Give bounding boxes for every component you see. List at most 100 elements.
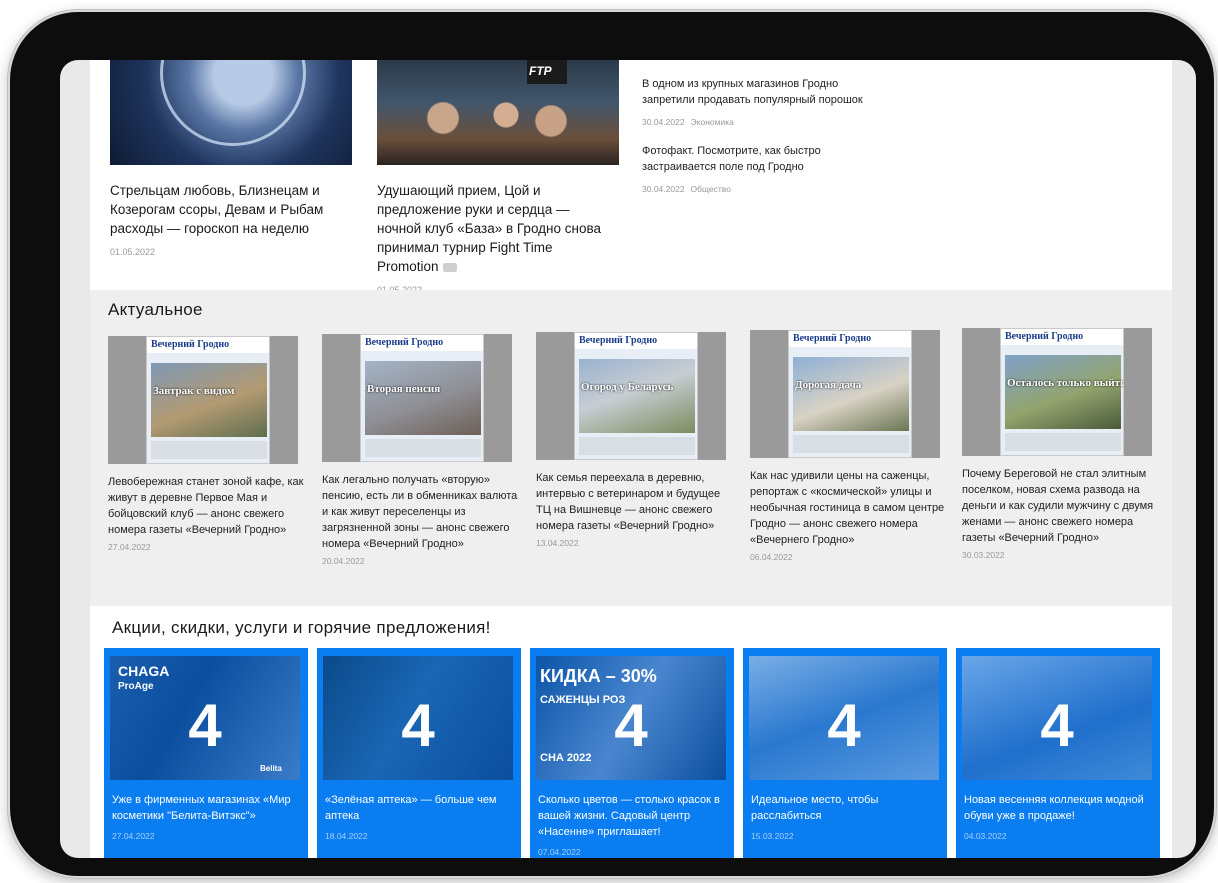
issue-cover[interactable]: Вечерний Гродно Вторая пенсия	[322, 334, 512, 462]
section-title: Акции, скидки, услуги и горячие предложе…	[112, 618, 491, 637]
news-page: Стрельцам любовь, Близнецам и Козерогам …	[90, 60, 1172, 858]
news-card[interactable]: FTP Удушающий прием, Цой и предложение р…	[377, 60, 619, 295]
promo-card[interactable]: 4 Новая весенняя коллекция модной обуви …	[956, 648, 1160, 858]
cover-strip	[1005, 433, 1121, 451]
promo-title-text[interactable]: Идеальное место, чтобы расслабиться	[751, 792, 943, 824]
issue-date: 20.04.2022	[322, 556, 365, 566]
promo-image-text: КИДКА – 30%	[540, 666, 657, 686]
promo-image[interactable]: 4	[323, 656, 513, 780]
promo-image[interactable]: CHAGA ProAge Belita 4	[110, 656, 300, 780]
promo-card[interactable]: 4 Идеальное место, чтобы расслабиться 15…	[743, 648, 947, 858]
newspaper-masthead: Вечерний Гродно	[361, 335, 483, 351]
cover-headline: Осталось только выйти	[1007, 377, 1124, 389]
promo-title[interactable]: Уже в фирменных магазинах «Мир косметики…	[112, 792, 304, 844]
promo-card[interactable]: CHAGA ProAge Belita 4 Уже в фирменных маг…	[104, 648, 308, 858]
newspaper-cover: Вечерний Гродно Осталось только выйти	[1000, 328, 1124, 456]
issue-card[interactable]: Вечерний Гродно Огород у Беларусь Как се…	[536, 332, 732, 548]
promo-title[interactable]: Сколько цветов — столько красок в вашей …	[538, 792, 730, 858]
issue-title[interactable]: Почему Береговой не стал элитным поселко…	[962, 466, 1158, 546]
newspaper-cover: Вечерний Гродно Завтрак с видом	[146, 336, 270, 464]
promo-title[interactable]: Идеальное место, чтобы расслабиться 15.0…	[751, 792, 943, 844]
promo-badge-number: 4	[614, 692, 648, 759]
cover-photo	[579, 359, 695, 433]
promo-title-text[interactable]: Сколько цветов — столько красок в вашей …	[538, 792, 730, 840]
issue-title[interactable]: Как нас удивили цены на саженцы, репорта…	[750, 468, 946, 548]
top-news-section: Стрельцам любовь, Близнецам и Козерогам …	[90, 60, 1172, 295]
promo-date: 18.04.2022	[325, 831, 368, 841]
newspaper-masthead: Вечерний Гродно	[575, 333, 697, 349]
video-icon	[442, 262, 457, 272]
newspaper-cover: Вечерний Гродно Огород у Беларусь	[574, 332, 698, 460]
news-image[interactable]: FTP	[377, 60, 619, 165]
cover-strip	[151, 441, 267, 459]
promo-image-brand: Belita	[260, 764, 282, 773]
newspaper-masthead: Вечерний Гродно	[147, 337, 269, 353]
promo-date: 15.03.2022	[751, 831, 794, 841]
issue-cover[interactable]: Вечерний Гродно Осталось только выйти	[962, 328, 1152, 456]
side-news-item[interactable]: В одном из крупных магазинов Гродно запр…	[642, 76, 882, 127]
promo-section: Акции, скидки, услуги и горячие предложе…	[90, 606, 1172, 858]
promo-image-tag: CHAGA ProAge	[118, 664, 169, 694]
issue-date: 06.04.2022	[750, 552, 793, 562]
cover-photo	[365, 361, 481, 435]
promo-title-text[interactable]: Новая весенняя коллекция модной обуви уж…	[964, 792, 1156, 824]
cover-photo	[151, 363, 267, 437]
side-news-title[interactable]: Фотофакт. Посмотрите, как быстро застраи…	[642, 143, 882, 175]
issue-card[interactable]: Вечерний Гродно Завтрак с видом Левобере…	[108, 336, 304, 552]
cover-photo	[1005, 355, 1121, 429]
promo-title[interactable]: Новая весенняя коллекция модной обуви уж…	[964, 792, 1156, 844]
newspaper-masthead: Вечерний Гродно	[789, 331, 911, 347]
promo-image[interactable]: КИДКА – 30% САЖЕНЦЫ РОЗ СНА 2022 4	[536, 656, 726, 780]
issue-cover[interactable]: Вечерний Гродно Завтрак с видом	[108, 336, 298, 464]
side-news-date: 30.04.2022	[642, 184, 685, 194]
newspaper-cover: Вечерний Гродно Дорогая дача	[788, 330, 912, 458]
promo-title[interactable]: «Зелёная аптека» — больше чем аптека 18.…	[325, 792, 517, 844]
section-title: Актуальное	[108, 300, 203, 319]
side-news-title[interactable]: В одном из крупных магазинов Гродно запр…	[642, 76, 882, 108]
tablet-frame: Стрельцам любовь, Близнецам и Козерогам …	[8, 10, 1216, 878]
promo-image[interactable]: 4	[749, 656, 939, 780]
promo-date: 04.03.2022	[964, 831, 1007, 841]
news-title-text[interactable]: Удушающий прием, Цой и предложение руки …	[377, 183, 601, 274]
issue-date: 27.04.2022	[108, 542, 151, 552]
issue-title[interactable]: Как легально получать «вторую» пенсию, е…	[322, 472, 518, 552]
image-caption: FTP	[529, 64, 552, 78]
cover-strip	[579, 437, 695, 455]
side-news-category[interactable]: Общество	[691, 184, 731, 194]
side-news-item[interactable]: Фотофакт. Посмотрите, как быстро застраи…	[642, 143, 882, 194]
issue-cover[interactable]: Вечерний Гродно Дорогая дача	[750, 330, 940, 458]
cover-strip	[365, 439, 481, 457]
side-news-category[interactable]: Экономика	[691, 117, 734, 127]
news-title[interactable]: Стрельцам любовь, Близнецам и Козерогам …	[110, 181, 352, 238]
issue-card[interactable]: Вечерний Гродно Осталось только выйти По…	[962, 328, 1158, 560]
news-image[interactable]	[110, 60, 352, 165]
promo-date: 07.04.2022	[538, 847, 581, 857]
news-title[interactable]: Удушающий прием, Цой и предложение руки …	[377, 181, 609, 276]
promo-title-text[interactable]: Уже в фирменных магазинах «Мир косметики…	[112, 792, 304, 824]
promo-date: 27.04.2022	[112, 831, 155, 841]
side-news-meta: 30.04.2022 Общество	[642, 184, 882, 194]
news-date: 01.05.2022	[110, 247, 156, 257]
actual-section: Актуальное Вечерний Гродно Завтрак с вид…	[90, 290, 1172, 606]
issue-date: 30.03.2022	[962, 550, 1005, 560]
news-card[interactable]: Стрельцам любовь, Близнецам и Козерогам …	[110, 60, 352, 257]
promo-badge-number: 4	[1040, 692, 1074, 759]
issue-title[interactable]: Левобережная станет зоной кафе, как живу…	[108, 474, 304, 538]
newspaper-cover: Вечерний Гродно Вторая пенсия	[360, 334, 484, 462]
cover-strip	[793, 435, 909, 453]
issue-card[interactable]: Вечерний Гродно Дорогая дача Как нас уди…	[750, 330, 946, 562]
promo-card[interactable]: КИДКА – 30% САЖЕНЦЫ РОЗ СНА 2022 4 Сколь…	[530, 648, 734, 858]
issue-title[interactable]: Как семья переехала в деревню, интервью …	[536, 470, 732, 534]
cover-photo	[793, 357, 909, 431]
promo-image[interactable]: 4	[962, 656, 1152, 780]
issue-date: 13.04.2022	[536, 538, 579, 548]
promo-card[interactable]: 4 «Зелёная аптека» — больше чем аптека 1…	[317, 648, 521, 858]
promo-badge-number: 4	[401, 692, 435, 759]
screen: Стрельцам любовь, Близнецам и Козерогам …	[60, 60, 1196, 858]
promo-badge-number: 4	[827, 692, 861, 759]
issue-card[interactable]: Вечерний Гродно Вторая пенсия Как легаль…	[322, 334, 518, 566]
promo-title-text[interactable]: «Зелёная аптека» — больше чем аптека	[325, 792, 517, 824]
side-news-date: 30.04.2022	[642, 117, 685, 127]
newspaper-masthead: Вечерний Гродно	[1001, 329, 1123, 345]
issue-cover[interactable]: Вечерний Гродно Огород у Беларусь	[536, 332, 726, 460]
